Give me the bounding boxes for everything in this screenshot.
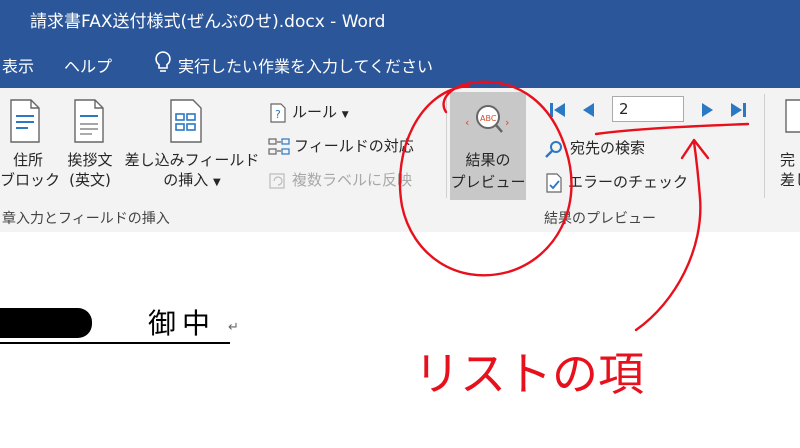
annotation-overlay: リストの項 [398, 80, 750, 401]
annotation-underline [594, 122, 750, 136]
annotation-arrow-curve [634, 140, 702, 332]
annotation-circle [398, 80, 573, 277]
annotation-text: リストの項 [414, 347, 644, 401]
